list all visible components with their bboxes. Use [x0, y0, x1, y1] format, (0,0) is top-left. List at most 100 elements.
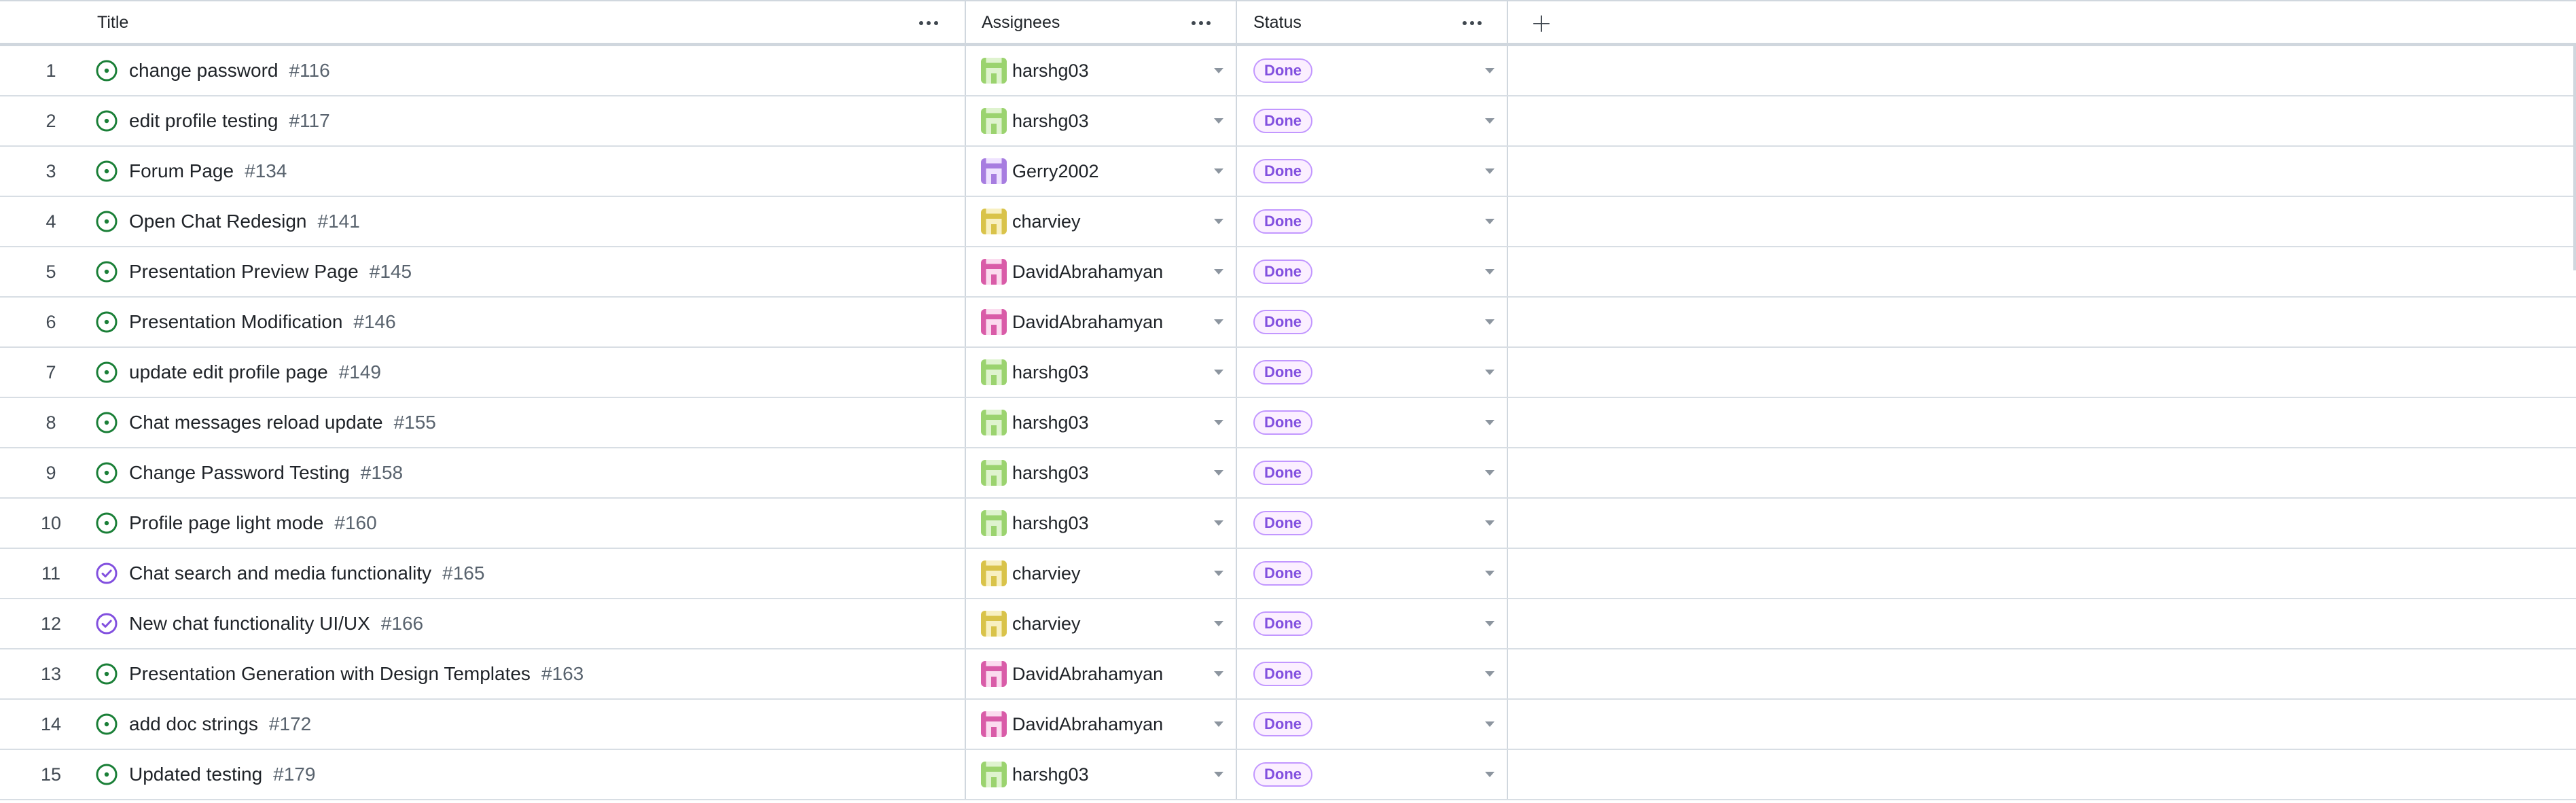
status-dropdown-icon[interactable] — [1480, 499, 1500, 548]
assignee-cell[interactable]: DavidAbrahamyan — [981, 247, 1163, 296]
column-header-status[interactable]: Status — [1253, 1, 1457, 44]
title-cell[interactable]: add doc strings #172 — [95, 700, 311, 749]
status-cell[interactable]: Done — [1253, 549, 1312, 598]
table-row[interactable]: 1 change password #116 harshg03 Done — [0, 46, 2576, 96]
add-column-button[interactable]: + — [1521, 1, 1562, 44]
status-dropdown-icon[interactable] — [1480, 96, 1500, 145]
title-cell[interactable]: change password #116 — [95, 46, 330, 95]
title-cell[interactable]: Chat search and media functionality #165 — [95, 549, 484, 598]
assignee-name[interactable]: DavidAbrahamyan — [1012, 664, 1163, 685]
status-dropdown-icon[interactable] — [1480, 398, 1500, 447]
table-row[interactable]: 13 Presentation Generation with Design T… — [0, 649, 2576, 700]
assignee-dropdown-icon[interactable] — [1209, 298, 1229, 346]
table-row[interactable]: 10 Profile page light mode #160 harshg03… — [0, 499, 2576, 549]
assignee-name[interactable]: Gerry2002 — [1012, 161, 1099, 182]
issue-title-link[interactable]: Chat messages reload update — [129, 412, 383, 433]
issue-title-link[interactable]: New chat functionality UI/UX — [129, 613, 370, 635]
table-row[interactable]: 6 Presentation Modification #146 DavidAb… — [0, 298, 2576, 348]
assignee-name[interactable]: harshg03 — [1012, 362, 1089, 383]
assignee-dropdown-icon[interactable] — [1209, 649, 1229, 698]
title-cell[interactable]: update edit profile page #149 — [95, 348, 381, 397]
assignee-cell[interactable]: harshg03 — [981, 448, 1089, 497]
assignee-name[interactable]: harshg03 — [1012, 60, 1089, 82]
assignee-dropdown-icon[interactable] — [1209, 599, 1229, 648]
assignee-cell[interactable]: harshg03 — [981, 348, 1089, 397]
assignee-cell[interactable]: charviey — [981, 549, 1081, 598]
table-row[interactable]: 11 Chat search and media functionality #… — [0, 549, 2576, 599]
assignee-dropdown-icon[interactable] — [1209, 448, 1229, 497]
status-cell[interactable]: Done — [1253, 398, 1312, 447]
issue-title-link[interactable]: change password — [129, 60, 278, 82]
title-cell[interactable]: New chat functionality UI/UX #166 — [95, 599, 423, 648]
title-cell[interactable]: Presentation Modification #146 — [95, 298, 396, 346]
status-cell[interactable]: Done — [1253, 46, 1312, 95]
assignee-dropdown-icon[interactable] — [1209, 247, 1229, 296]
assignee-name[interactable]: charviey — [1012, 613, 1081, 635]
status-dropdown-icon[interactable] — [1480, 599, 1500, 648]
assignee-cell[interactable]: harshg03 — [981, 398, 1089, 447]
assignee-cell[interactable]: DavidAbrahamyan — [981, 700, 1163, 749]
status-cell[interactable]: Done — [1253, 348, 1312, 397]
table-row[interactable]: 12 New chat functionality UI/UX #166 cha… — [0, 599, 2576, 649]
assignee-cell[interactable]: harshg03 — [981, 96, 1089, 145]
issue-title-link[interactable]: Presentation Preview Page — [129, 261, 359, 283]
issue-title-link[interactable]: add doc strings — [129, 713, 258, 735]
status-dropdown-icon[interactable] — [1480, 649, 1500, 698]
status-dropdown-icon[interactable] — [1480, 46, 1500, 95]
assignee-dropdown-icon[interactable] — [1209, 46, 1229, 95]
column-header-assignees[interactable]: Assignees — [982, 1, 1185, 44]
issue-title-link[interactable]: Forum Page — [129, 160, 234, 182]
assignee-cell[interactable]: charviey — [981, 197, 1081, 246]
status-cell[interactable]: Done — [1253, 147, 1312, 196]
assignee-cell[interactable]: DavidAbrahamyan — [981, 298, 1163, 346]
issue-title-link[interactable]: Profile page light mode — [129, 512, 323, 534]
assignee-dropdown-icon[interactable] — [1209, 700, 1229, 749]
assignee-name[interactable]: DavidAbrahamyan — [1012, 262, 1163, 283]
assignee-dropdown-icon[interactable] — [1209, 147, 1229, 196]
title-cell[interactable]: Change Password Testing #158 — [95, 448, 403, 497]
title-cell[interactable]: Forum Page #134 — [95, 147, 287, 196]
assignee-name[interactable]: charviey — [1012, 211, 1081, 232]
assignee-cell[interactable]: harshg03 — [981, 750, 1089, 799]
table-row[interactable]: 3 Forum Page #134 Gerry2002 Done — [0, 147, 2576, 197]
assignee-dropdown-icon[interactable] — [1209, 348, 1229, 397]
table-row[interactable]: 2 edit profile testing #117 harshg03 Don… — [0, 96, 2576, 147]
title-column-menu-icon[interactable] — [912, 1, 946, 44]
status-dropdown-icon[interactable] — [1480, 147, 1500, 196]
status-dropdown-icon[interactable] — [1480, 700, 1500, 749]
status-dropdown-icon[interactable] — [1480, 298, 1500, 346]
assignee-cell[interactable]: Gerry2002 — [981, 147, 1099, 196]
assignee-cell[interactable]: charviey — [981, 599, 1081, 648]
status-cell[interactable]: Done — [1253, 298, 1312, 346]
assignee-name[interactable]: harshg03 — [1012, 412, 1089, 433]
issue-title-link[interactable]: Chat search and media functionality — [129, 563, 431, 584]
table-row[interactable]: 7 update edit profile page #149 harshg03… — [0, 348, 2576, 398]
issue-title-link[interactable]: Presentation Generation with Design Temp… — [129, 663, 531, 685]
status-dropdown-icon[interactable] — [1480, 549, 1500, 598]
assignee-dropdown-icon[interactable] — [1209, 549, 1229, 598]
assignee-dropdown-icon[interactable] — [1209, 499, 1229, 548]
status-cell[interactable]: Done — [1253, 197, 1312, 246]
issue-title-link[interactable]: Updated testing — [129, 764, 262, 785]
scrollbar[interactable] — [2573, 46, 2576, 270]
status-cell[interactable]: Done — [1253, 649, 1312, 698]
table-row[interactable]: 8 Chat messages reload update #155 harsh… — [0, 398, 2576, 448]
status-cell[interactable]: Done — [1253, 599, 1312, 648]
title-cell[interactable]: Profile page light mode #160 — [95, 499, 377, 548]
assignee-dropdown-icon[interactable] — [1209, 398, 1229, 447]
table-row[interactable]: 9 Change Password Testing #158 harshg03 … — [0, 448, 2576, 499]
assignee-name[interactable]: harshg03 — [1012, 513, 1089, 534]
title-cell[interactable]: Open Chat Redesign #141 — [95, 197, 360, 246]
assignee-cell[interactable]: DavidAbrahamyan — [981, 649, 1163, 698]
status-cell[interactable]: Done — [1253, 499, 1312, 548]
status-cell[interactable]: Done — [1253, 96, 1312, 145]
issue-title-link[interactable]: Change Password Testing — [129, 462, 350, 484]
title-cell[interactable]: edit profile testing #117 — [95, 96, 330, 145]
assignee-name[interactable]: DavidAbrahamyan — [1012, 312, 1163, 333]
column-header-title[interactable]: Title — [97, 1, 912, 44]
title-cell[interactable]: Presentation Preview Page #145 — [95, 247, 412, 296]
assignees-column-menu-icon[interactable] — [1184, 1, 1218, 44]
assignee-name[interactable]: DavidAbrahamyan — [1012, 714, 1163, 735]
title-cell[interactable]: Chat messages reload update #155 — [95, 398, 436, 447]
issue-title-link[interactable]: update edit profile page — [129, 361, 328, 383]
